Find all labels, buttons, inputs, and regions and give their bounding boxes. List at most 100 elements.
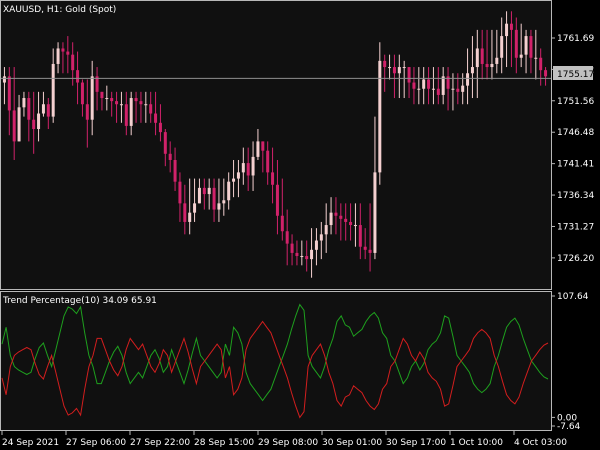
candle-body (193, 203, 197, 213)
candle-body (7, 76, 11, 111)
x-tick-label: 28 Sep 15:00 (194, 438, 254, 448)
y-tick-label: 1736.34 (557, 191, 594, 201)
candle-body (266, 150, 270, 173)
candle-body (349, 221, 353, 226)
candle-body (456, 88, 460, 92)
candle-body (246, 163, 250, 176)
indicator-value-2: 65.91 (131, 296, 157, 306)
candle-body (397, 67, 401, 74)
candle-body (285, 231, 289, 244)
x-tick-label: 30 Sep 01:00 (322, 438, 382, 448)
indicator-pane[interactable] (0, 291, 551, 430)
candle-body (12, 110, 16, 142)
main-header: XAUUSD, H1: Gold (Spot) (3, 5, 116, 15)
candle-body (495, 57, 499, 64)
candle-body (178, 181, 182, 204)
candle-body (310, 249, 314, 260)
candle-body (461, 85, 465, 92)
timeframe-label: H1: (47, 5, 63, 15)
candle-body (500, 36, 504, 58)
chart-svg[interactable]: 1761.691756.621751.561746.481741.411736.… (0, 0, 600, 450)
candle-body (22, 98, 26, 108)
candle-body (163, 132, 167, 154)
y-tick-label: 1741.41 (557, 160, 594, 170)
symbol-label: XAUUSD (3, 5, 41, 15)
candle-body (158, 122, 162, 133)
candle-body (17, 107, 21, 142)
candle-body (236, 172, 240, 179)
x-tick-label: 4 Oct 03:00 (514, 438, 567, 448)
candle-body (534, 57, 538, 59)
description-label: Gold (Spot) (65, 5, 116, 15)
candle-body (76, 70, 80, 83)
y-tick-label: 1726.20 (557, 254, 594, 264)
candle-body (373, 172, 377, 253)
current-price-label: 1755.17 (557, 70, 594, 80)
candle-body (183, 203, 187, 222)
candle-body (427, 79, 431, 89)
candle-body (100, 91, 104, 99)
y-tick-label: 107.64 (557, 292, 589, 302)
y-tick-label: -7.64 (557, 422, 581, 432)
candle-body (295, 252, 299, 257)
y-tick-label: 1751.56 (557, 97, 594, 107)
candle-body (80, 82, 84, 105)
candle-body (90, 76, 94, 120)
candle-body (115, 101, 119, 105)
candle-body (324, 225, 328, 235)
candle-body (451, 88, 455, 90)
candle-body (329, 212, 333, 226)
candle-body (37, 113, 41, 130)
candle-body (271, 172, 275, 185)
candle-body (470, 67, 474, 74)
candle-body (85, 104, 89, 120)
candle-body (110, 98, 114, 102)
candle-body (275, 184, 279, 216)
x-tick-label: 24 Sep 2021 (2, 438, 59, 448)
candle-body (129, 98, 133, 126)
x-tick-label: 27 Sep 22:00 (130, 438, 190, 448)
x-tick-label: 30 Sep 17:00 (386, 438, 446, 448)
main-pane[interactable] (0, 0, 551, 289)
candle-body (539, 57, 543, 71)
candle-body (222, 200, 226, 204)
candle-body (232, 178, 236, 182)
candle-body (505, 23, 509, 37)
candle-body (363, 246, 367, 250)
candle-body (305, 256, 309, 260)
candle-body (422, 79, 426, 89)
candle-body (280, 215, 284, 232)
candle-body (173, 159, 177, 182)
candle-body (544, 70, 548, 77)
candle-body (368, 249, 372, 253)
candle-body (27, 98, 31, 120)
candle-body (41, 104, 45, 114)
candle-body (358, 225, 362, 247)
candle-body (314, 240, 318, 250)
candle-body (217, 203, 221, 210)
candle-body (441, 76, 445, 95)
candle-body (197, 187, 201, 204)
candle-body (66, 51, 70, 55)
candle-body (519, 54, 523, 58)
candle-body (261, 141, 265, 151)
candle-body (407, 67, 411, 83)
time-axis: 24 Sep 2021 27 Sep 06:00 27 Sep 22:00 28 Se… (1, 430, 567, 448)
candle-body (71, 54, 75, 71)
candle-body (412, 82, 416, 89)
candle-body (251, 156, 255, 176)
candle-body (334, 212, 338, 216)
candle-body (514, 29, 518, 58)
candle-body (480, 48, 484, 64)
indicator-name: Trend Percentage(10) (2, 296, 100, 306)
candle-body (119, 104, 123, 106)
candle-body (144, 104, 148, 106)
candle-body (319, 234, 323, 241)
y-tick-label: 1746.48 (557, 128, 594, 138)
candle-body (149, 104, 153, 114)
candle-body (383, 60, 387, 68)
candle-body (188, 212, 192, 222)
candle-body (32, 119, 36, 130)
candle-body (300, 256, 304, 258)
candle-body (431, 88, 435, 90)
